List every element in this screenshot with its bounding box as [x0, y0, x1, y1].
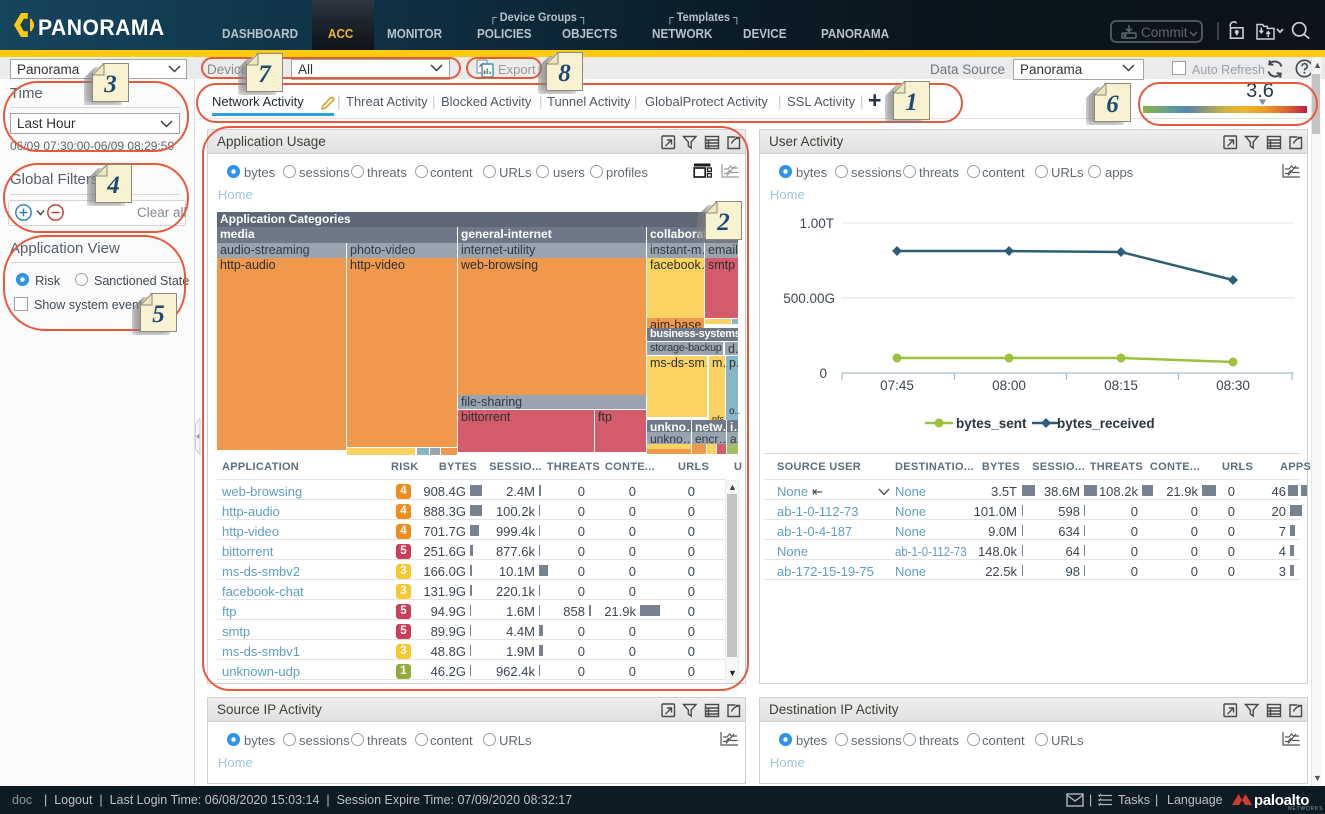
svg-text:bytes_received: bytes_received [1057, 416, 1155, 431]
svg-text:0: 0 [819, 366, 827, 381]
svg-text:07:45: 07:45 [880, 378, 914, 393]
svg-text:NETWORKS: NETWORKS [1288, 806, 1323, 811]
svg-text:bytes_sent: bytes_sent [956, 416, 1027, 431]
svg-text:08:00: 08:00 [992, 378, 1026, 393]
svg-text:08:15: 08:15 [1104, 378, 1138, 393]
svg-text:500.00G: 500.00G [783, 291, 835, 306]
svg-text:08:30: 08:30 [1216, 378, 1250, 393]
svg-text:1.00T: 1.00T [799, 216, 834, 231]
